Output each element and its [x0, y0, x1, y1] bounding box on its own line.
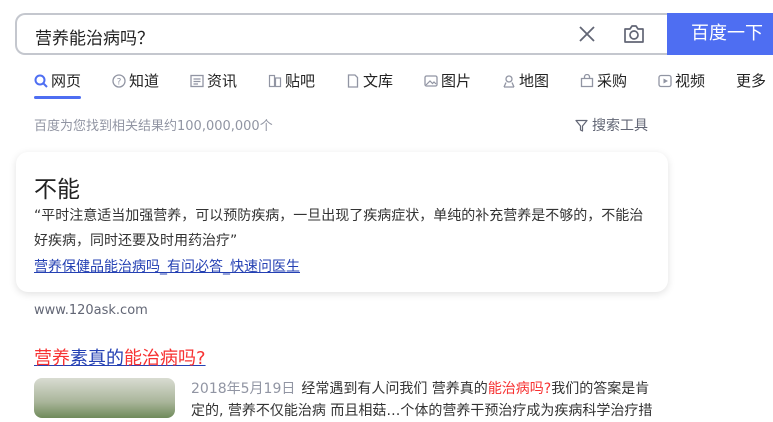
camera-icon[interactable] — [623, 24, 645, 44]
tieba-icon — [268, 74, 282, 88]
search-tools-button[interactable]: 搜索工具 — [575, 115, 648, 135]
svg-text:?: ? — [117, 78, 122, 88]
question-icon: ? — [112, 74, 126, 88]
tab-video[interactable]: 视频 — [658, 70, 705, 91]
cart-icon — [580, 74, 594, 88]
tab-more[interactable]: 更多 — [736, 70, 766, 91]
tab-zhidao[interactable]: ? 知道 — [112, 70, 159, 91]
video-icon — [658, 74, 672, 88]
tab-wenku[interactable]: 文库 — [346, 70, 393, 91]
source-site: www.120ask.com — [34, 303, 148, 318]
answer-source-link[interactable]: 营养保健品能治病吗_有问必答_快速问医生 — [34, 256, 300, 276]
image-icon — [424, 75, 438, 87]
news-icon — [190, 74, 204, 88]
result-count: 百度为您找到相关结果约100,000,000个 — [34, 119, 273, 134]
map-icon — [503, 75, 515, 88]
tab-procurement[interactable]: 采购 — [580, 70, 627, 91]
active-tab-indicator — [34, 96, 81, 99]
tab-map[interactable]: 地图 — [502, 70, 549, 91]
answer-card: 不能 “平时注意适当加强营养，可以预防疾病，一旦出现了疾病症状，单纯的补充营养是… — [16, 152, 668, 292]
tab-images[interactable]: 图片 — [424, 70, 471, 91]
tab-web[interactable]: 网页 — [34, 70, 81, 99]
search-bar[interactable]: 营养能治病吗？ — [15, 13, 667, 55]
document-icon — [347, 74, 359, 88]
tab-news[interactable]: 资讯 — [190, 70, 237, 91]
tab-tieba[interactable]: 贴吧 — [268, 70, 315, 91]
search-button[interactable]: 百度一下 — [667, 13, 773, 55]
result-title-link[interactable]: 营养素真的能治病吗? — [34, 344, 206, 370]
answer-text: 不能 — [34, 177, 80, 203]
result-snippet: 2018年5月19日 经常遇到有人问我们 营养真的能治病吗?我们的答案是肯定的, … — [191, 381, 653, 419]
result-thumbnail[interactable] — [34, 378, 175, 418]
answer-quote: “平时注意适当加强营养，可以预防疾病，一旦出现了疾病症状，单纯的补充营养是不够的… — [34, 208, 644, 249]
search-icon — [34, 74, 48, 88]
clear-icon[interactable] — [577, 24, 597, 44]
filter-icon — [575, 119, 588, 132]
search-input[interactable]: 营养能治病吗？ — [35, 24, 154, 49]
